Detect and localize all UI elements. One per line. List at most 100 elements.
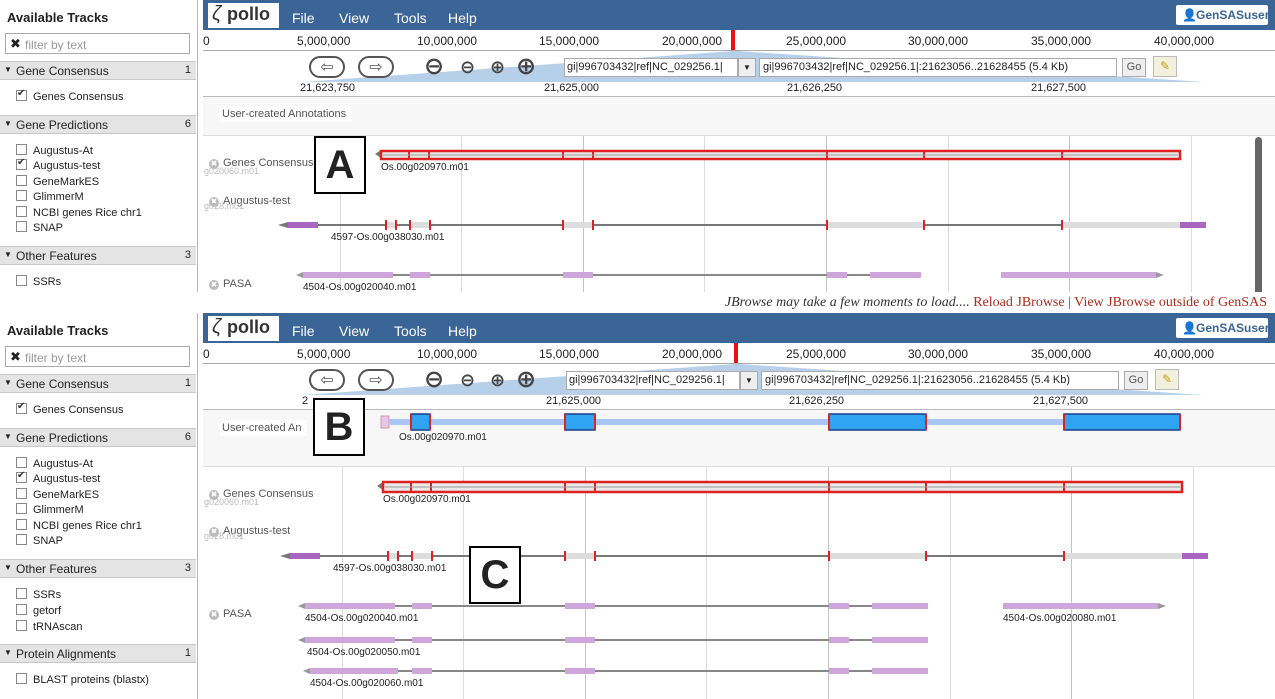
zoom-in-big-button[interactable]: ⊕ — [516, 52, 536, 81]
clear-filter-icon[interactable]: ✖ — [10, 349, 21, 365]
category-protein-alignments[interactable]: ▼ Protein Alignments 1 — [0, 644, 196, 663]
checkbox[interactable] — [16, 519, 27, 530]
checkbox[interactable] — [16, 604, 27, 615]
pasa-feature-3[interactable] — [203, 665, 1263, 679]
track-augustus-at[interactable]: Augustus-At — [16, 457, 93, 470]
track-genemarkes[interactable]: GeneMarkES — [16, 488, 99, 501]
category-gene-consensus[interactable]: ▼ Gene Consensus 1 — [0, 374, 196, 393]
zoom-out-button[interactable]: ⊖ — [460, 370, 475, 391]
checkbox[interactable] — [16, 275, 27, 286]
pan-left-button[interactable]: ⇦ — [309, 369, 345, 391]
pasa-feature-1[interactable] — [203, 269, 1263, 283]
category-other-features[interactable]: ▼ Other Features 3 — [0, 246, 196, 265]
menu-help[interactable]: Help — [448, 10, 477, 26]
go-button[interactable]: Go — [1122, 58, 1146, 77]
track-glimmerm[interactable]: GlimmerM — [16, 190, 84, 203]
track-genes-consensus[interactable]: Genes Consensus — [16, 88, 124, 103]
pan-right-button[interactable]: ⇨ — [358, 369, 394, 391]
checkbox[interactable] — [16, 457, 27, 468]
overview-ruler[interactable]: 0 5,000,000 10,000,000 15,000,000 20,000… — [203, 30, 1275, 51]
category-gene-predictions[interactable]: ▼ Gene Predictions 6 — [0, 115, 196, 134]
checkbox[interactable] — [16, 673, 27, 684]
user-button[interactable]: 👤 GenSASuser — [1176, 5, 1269, 25]
overview-position-marker[interactable] — [731, 30, 735, 50]
category-gene-consensus[interactable]: ▼ Gene Consensus 1 — [0, 61, 196, 80]
checkbox[interactable] — [16, 190, 27, 201]
checkbox[interactable] — [16, 221, 27, 232]
checkbox-checked[interactable] — [16, 157, 27, 170]
zoom-out-big-button[interactable]: ⊖ — [424, 52, 444, 81]
go-button[interactable]: Go — [1124, 371, 1148, 390]
track-ncbi-genes[interactable]: NCBI genes Rice chr1 — [16, 206, 142, 219]
checkbox[interactable] — [16, 588, 27, 599]
reference-sequence-select[interactable]: gi|996703432|ref|NC_029256.1| — [564, 58, 738, 77]
chevron-down-icon[interactable]: ▼ — [740, 371, 758, 390]
reference-sequence-select[interactable]: gi|996703432|ref|NC_029256.1| — [566, 371, 740, 390]
track-getorf[interactable]: getorf — [16, 604, 61, 617]
pan-right-button[interactable]: ⇨ — [358, 56, 394, 78]
menu-help[interactable]: Help — [448, 323, 477, 339]
track-augustus-test[interactable]: Augustus-test — [16, 157, 100, 172]
menu-view[interactable]: View — [339, 323, 369, 339]
checkbox[interactable] — [16, 534, 27, 545]
overview-position-marker[interactable] — [734, 343, 738, 363]
zoom-in-button[interactable]: ⊕ — [490, 57, 505, 78]
track-genemarkes[interactable]: GeneMarkES — [16, 175, 99, 188]
augustus-test-feature[interactable] — [203, 548, 1263, 564]
pasa-feature-1[interactable] — [203, 600, 1263, 614]
category-gene-predictions[interactable]: ▼ Gene Predictions 6 — [0, 428, 196, 447]
apollo-menu-bar: ζ pollo File View Tools Help 👤 GenSASuser — [203, 313, 1275, 343]
location-input[interactable]: gi|996703432|ref|NC_029256.1|:21623056..… — [761, 371, 1119, 390]
checkbox[interactable] — [16, 175, 27, 186]
track-blast-proteins[interactable]: BLAST proteins (blastx) — [16, 673, 149, 686]
menu-file[interactable]: File — [292, 323, 315, 339]
track-ncbi-genes[interactable]: NCBI genes Rice chr1 — [16, 519, 142, 532]
track-snap[interactable]: SNAP — [16, 534, 63, 547]
zoom-out-button[interactable]: ⊖ — [460, 57, 475, 78]
highlighter-icon[interactable]: ✎ — [1155, 369, 1179, 390]
track-filter-input[interactable]: ✖ filter by text — [5, 346, 190, 367]
zoom-in-button[interactable]: ⊕ — [490, 370, 505, 391]
pasa-feature-2[interactable] — [203, 634, 1263, 648]
checkbox[interactable] — [16, 620, 27, 631]
checkbox[interactable] — [16, 144, 27, 155]
menu-file[interactable]: File — [292, 10, 315, 26]
track-snap[interactable]: SNAP — [16, 221, 63, 234]
menu-view[interactable]: View — [339, 10, 369, 26]
zoom-out-big-button[interactable]: ⊖ — [424, 365, 444, 394]
category-other-features[interactable]: ▼ Other Features 3 — [0, 559, 196, 578]
pan-left-button[interactable]: ⇦ — [309, 56, 345, 78]
track-filter-input[interactable]: ✖ filter by text — [5, 33, 190, 54]
view-outside-gensas-link[interactable]: View JBrowse outside of GenSAS — [1074, 295, 1267, 310]
checkbox-checked[interactable] — [16, 88, 27, 101]
overview-ruler[interactable]: 0 5,000,000 10,000,000 15,000,000 20,000… — [203, 343, 1275, 364]
menu-tools[interactable]: Tools — [394, 323, 427, 339]
reload-jbrowse-link[interactable]: Reload JBrowse — [973, 295, 1064, 310]
clear-filter-icon[interactable]: ✖ — [10, 36, 21, 52]
highlighter-icon[interactable]: ✎ — [1153, 56, 1177, 77]
augustus-test-feature[interactable] — [203, 217, 1263, 233]
track-ssrs[interactable]: SSRs — [16, 275, 61, 288]
checkbox[interactable] — [16, 206, 27, 217]
track-label-user-created[interactable]: User-created Annotations — [220, 106, 353, 122]
track-area[interactable]: User-created Annotations ✖ Genes Consensu… — [203, 97, 1275, 292]
checkbox-checked[interactable] — [16, 470, 27, 483]
checkbox-checked[interactable] — [16, 401, 27, 414]
overview-tick: 5,000,000 — [297, 34, 351, 48]
track-scrollbar[interactable] — [1255, 137, 1262, 292]
chevron-down-icon[interactable]: ▼ — [738, 58, 756, 77]
track-genes-consensus[interactable]: Genes Consensus — [16, 401, 124, 416]
track-glimmerm[interactable]: GlimmerM — [16, 503, 84, 516]
track-augustus-at[interactable]: Augustus-At — [16, 144, 93, 157]
track-augustus-test[interactable]: Augustus-test — [16, 470, 100, 485]
user-button[interactable]: 👤 GenSASuser — [1176, 318, 1269, 338]
checkbox[interactable] — [16, 488, 27, 499]
track-trnascan[interactable]: tRNAscan — [16, 620, 83, 633]
genes-consensus-feature[interactable] — [203, 479, 1263, 509]
user-annotations-band[interactable] — [203, 97, 1275, 136]
zoom-in-big-button[interactable]: ⊕ — [516, 365, 536, 394]
location-input[interactable]: gi|996703432|ref|NC_029256.1|:21623056..… — [759, 58, 1117, 77]
checkbox[interactable] — [16, 503, 27, 514]
menu-tools[interactable]: Tools — [394, 10, 427, 26]
track-ssrs[interactable]: SSRs — [16, 588, 61, 601]
